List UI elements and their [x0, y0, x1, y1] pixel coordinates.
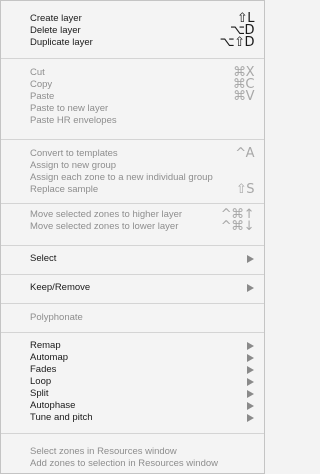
menu-item-keep-remove[interactable]: Keep/Remove — [1, 282, 264, 294]
submenu-arrow-icon — [247, 255, 254, 263]
menu-separator — [1, 274, 264, 275]
menu-item-label: Convert to templates — [30, 148, 118, 159]
menu-item-label: Paste to new layer — [30, 103, 109, 114]
shortcut-option-shift-d: ⌥⇧D — [219, 35, 255, 50]
menu-item-assign-individual-group[interactable]: Assign each zone to a new individual gro… — [1, 172, 264, 184]
submenu-arrow-icon — [247, 366, 254, 374]
menu-item-label: Loop — [30, 376, 52, 387]
menu-item-create-layer[interactable]: Create layer ⇧L — [1, 11, 264, 26]
menu-separator — [1, 139, 264, 140]
menu-item-label: Move selected zones to higher layer — [30, 209, 183, 220]
menu-item-select[interactable]: Select — [1, 253, 264, 265]
menu-item-paste[interactable]: Paste ⌘V — [1, 89, 264, 104]
context-menu: Create layer ⇧L Delete layer ⌥D Duplicat… — [0, 0, 265, 474]
shortcut-control-command-down: ^⌘↓ — [220, 219, 255, 234]
menu-item-label: Delete layer — [30, 25, 81, 36]
submenu-arrow-icon — [247, 402, 254, 410]
menu-item-label: Cut — [30, 67, 45, 78]
menu-item-move-to-lower-layer[interactable]: Move selected zones to lower layer ^⌘↓ — [1, 219, 264, 234]
submenu-arrow-icon — [247, 284, 254, 292]
submenu-arrow-icon — [247, 390, 254, 398]
submenu-arrow-icon — [247, 378, 254, 386]
menu-separator — [1, 433, 264, 434]
menu-item-label: Select — [30, 253, 57, 264]
menu-item-label: Remap — [30, 340, 61, 351]
menu-item-copy[interactable]: Copy ⌘C — [1, 77, 264, 92]
menu-item-label: Copy — [30, 79, 53, 90]
menu-item-label: Paste — [30, 91, 55, 102]
menu-item-label: Replace sample — [30, 184, 99, 195]
menu-item-add-zones-resources[interactable]: Add zones to selection in Resources wind… — [1, 458, 264, 470]
menu-item-loop[interactable]: Loop — [1, 376, 264, 388]
menu-item-replace-sample[interactable]: Replace sample ⇧S — [1, 182, 264, 197]
menu-item-label: Select zones in Resources window — [30, 446, 177, 457]
menu-item-split[interactable]: Split — [1, 388, 264, 400]
menu-separator — [1, 58, 264, 59]
menu-item-label: Create layer — [30, 13, 82, 24]
menu-item-paste-to-new-layer[interactable]: Paste to new layer — [1, 103, 264, 115]
menu-item-polyphonate[interactable]: Polyphonate — [1, 312, 264, 324]
menu-item-label: Automap — [30, 352, 69, 363]
submenu-arrow-icon — [247, 342, 254, 350]
menu-item-label: Keep/Remove — [30, 282, 91, 293]
menu-separator — [1, 303, 264, 304]
menu-item-fades[interactable]: Fades — [1, 364, 264, 376]
menu-item-label: Add zones to selection in Resources wind… — [30, 458, 218, 469]
menu-item-label: Polyphonate — [30, 312, 83, 323]
shortcut-command-v: ⌘V — [233, 89, 254, 104]
menu-separator — [1, 332, 264, 333]
menu-item-label: Autophase — [30, 400, 76, 411]
menu-item-label: Split — [30, 388, 49, 399]
menu-item-label: Fades — [30, 364, 57, 375]
menu-item-remap[interactable]: Remap — [1, 340, 264, 352]
menu-item-label: Assign each zone to a new individual gro… — [30, 172, 213, 183]
submenu-arrow-icon — [247, 414, 254, 422]
menu-item-label: Paste HR envelopes — [30, 115, 117, 126]
menu-item-paste-hr-envelopes[interactable]: Paste HR envelopes — [1, 115, 264, 127]
menu-item-cut[interactable]: Cut ⌘X — [1, 65, 264, 80]
submenu-arrow-icon — [247, 354, 254, 362]
menu-item-duplicate-layer[interactable]: Duplicate layer ⌥⇧D — [1, 35, 264, 50]
menu-separator — [1, 203, 264, 204]
menu-separator — [1, 245, 264, 246]
menu-item-autophase[interactable]: Autophase — [1, 400, 264, 412]
menu-item-select-zones-resources[interactable]: Select zones in Resources window — [1, 446, 264, 458]
menu-item-label: Move selected zones to lower layer — [30, 221, 179, 232]
shortcut-shift-s: ⇧S — [235, 182, 255, 197]
shortcut-control-a: ^A — [235, 146, 254, 161]
menu-item-convert-to-templates[interactable]: Convert to templates ^A — [1, 146, 264, 161]
menu-item-label: Assign to new group — [30, 160, 117, 171]
menu-item-label: Duplicate layer — [30, 37, 93, 48]
menu-item-tune-and-pitch[interactable]: Tune and pitch — [1, 412, 264, 424]
menu-item-automap[interactable]: Automap — [1, 352, 264, 364]
menu-item-label: Tune and pitch — [30, 412, 93, 423]
menu-item-assign-to-new-group[interactable]: Assign to new group — [1, 160, 264, 172]
